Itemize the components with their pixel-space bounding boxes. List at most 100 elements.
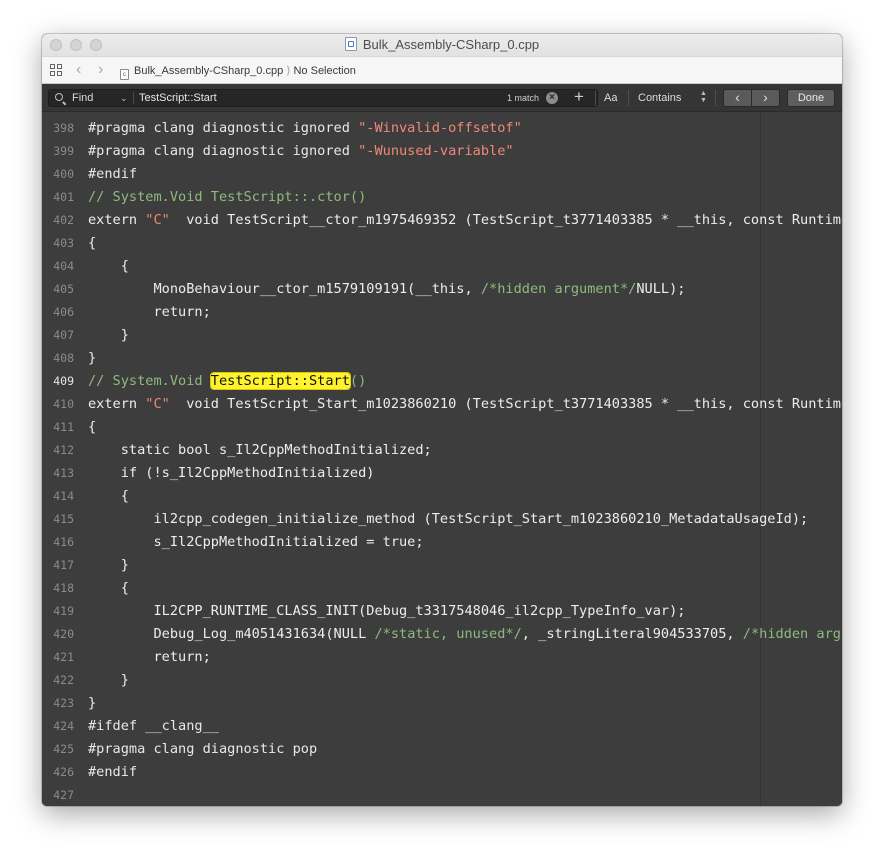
code-token: NULL); [636, 281, 686, 297]
code-token: if (!s_Il2CppMethodInitialized) [88, 465, 375, 481]
code-text: } [88, 669, 129, 692]
code-token: void TestScript_Start_m1023860210 (TestS… [186, 396, 842, 412]
plus-icon[interactable]: + [574, 87, 584, 107]
code-token: IL2CPP_RUNTIME_CLASS_INIT(Debug_t3317548… [88, 603, 686, 619]
code-token: #pragma clang diagnostic pop [88, 741, 318, 757]
code-line[interactable]: 417 } [42, 554, 842, 577]
next-match-button[interactable]: › [751, 89, 780, 107]
code-line[interactable]: 408} [42, 347, 842, 370]
code-line[interactable]: 418 { [42, 577, 842, 600]
up-down-chevron-icon[interactable]: ▲ ▼ [700, 90, 707, 104]
code-text: } [88, 692, 96, 715]
code-line[interactable]: 405 MonoBehaviour__ctor_m1579109191(__th… [42, 278, 842, 301]
window-title: Bulk_Assembly-CSharp_0.cpp [362, 37, 540, 52]
line-number: 417 [53, 558, 74, 572]
code-text: } [88, 554, 129, 577]
code-lines: 398 #pragma clang diagnostic ignored "-Wi… [42, 117, 842, 806]
line-number: 406 [53, 305, 74, 319]
findbar-divider [715, 90, 716, 106]
code-text: { [88, 232, 96, 255]
related-items-grid-icon[interactable] [50, 64, 63, 77]
code-text: extern "C" void TestScript__ctor_m197546… [88, 209, 842, 232]
code-line[interactable]: 409 // System.Void TestScript::Start() [42, 370, 842, 393]
code-text: { [88, 577, 129, 600]
code-line[interactable]: 399 #pragma clang diagnostic ignored "-Wu… [42, 140, 842, 163]
xcode-file-icon [344, 37, 357, 51]
code-token: () [349, 373, 367, 389]
code-line[interactable]: 401 // System.Void TestScript::.ctor() [42, 186, 842, 209]
code-line[interactable]: 404 { [42, 255, 842, 278]
code-line[interactable]: 398 #pragma clang diagnostic ignored "-Wi… [42, 117, 842, 140]
code-token: return; [88, 649, 211, 665]
code-line[interactable]: 421 return; [42, 646, 842, 669]
code-line[interactable]: 423} [42, 692, 842, 715]
code-line[interactable]: 407 } [42, 324, 842, 347]
previous-match-button[interactable]: ‹ [723, 89, 752, 107]
code-line[interactable]: 414 { [42, 485, 842, 508]
code-text: if (!s_Il2CppMethodInitialized) [88, 462, 375, 485]
back-arrow-icon[interactable]: ‹ [76, 61, 81, 79]
line-number: 401 [53, 190, 74, 204]
code-token: #endif [88, 764, 138, 780]
code-token: return; [88, 304, 211, 320]
code-token: { [88, 580, 129, 596]
code-token: /*hidden argument*/ [480, 281, 637, 297]
cpp-file-icon: c [120, 69, 129, 80]
code-token: { [88, 488, 129, 504]
code-token: "-Winvalid-offsetof" [358, 120, 522, 136]
code-token: MonoBehaviour__ctor_m1579109191(__this, [88, 281, 481, 297]
code-line[interactable]: 413 if (!s_Il2CppMethodInitialized) [42, 462, 842, 485]
code-line[interactable]: 416 s_Il2CppMethodInitialized = true; [42, 531, 842, 554]
line-number: 425 [53, 742, 74, 756]
code-token: } [88, 557, 129, 573]
code-line[interactable]: 411 { [42, 416, 842, 439]
code-token: /*hidden argument*/ [742, 626, 842, 642]
code-token: #pragma clang diagnostic ignored [88, 120, 359, 136]
code-line[interactable]: 420 Debug_Log_m4051431634(NULL /*static,… [42, 623, 842, 646]
title-bar: Bulk_Assembly-CSharp_0.cpp [42, 34, 842, 56]
code-line[interactable]: 400 #endif [42, 163, 842, 186]
breadcrumb-selection[interactable]: No Selection [293, 65, 355, 77]
find-input[interactable] [139, 90, 469, 106]
code-token: extern [88, 396, 146, 412]
code-token: "C" [145, 212, 170, 228]
code-text: // System.Void TestScript::.ctor() [88, 186, 366, 209]
code-text: { [88, 485, 129, 508]
search-match-highlight: TestScript::Start [210, 373, 350, 389]
line-number: 427 [53, 788, 74, 802]
line-number: 398 [53, 121, 74, 135]
code-line[interactable]: 422 } [42, 669, 842, 692]
line-number: 422 [53, 673, 74, 687]
code-line[interactable]: 402 extern "C" void TestScript__ctor_m197… [42, 209, 842, 232]
forward-arrow-icon[interactable]: › [98, 61, 103, 79]
source-editor[interactable]: 398 #pragma clang diagnostic ignored "-Wi… [42, 112, 842, 806]
find-mode-label[interactable]: Find [72, 92, 93, 105]
code-line[interactable]: 403 { [42, 232, 842, 255]
code-line[interactable]: 415 il2cpp_codegen_initialize_method (Te… [42, 508, 842, 531]
code-text: } [88, 324, 129, 347]
chevron-down-icon[interactable]: ⌄ [120, 91, 128, 105]
clear-search-icon[interactable]: × [546, 92, 558, 104]
line-number: 419 [53, 604, 74, 618]
code-line[interactable]: 419 IL2CPP_RUNTIME_CLASS_INIT(Debug_t331… [42, 600, 842, 623]
line-number: 399 [53, 144, 74, 158]
code-line[interactable]: 424 #ifdef __clang__ [42, 715, 842, 738]
code-text: { [88, 416, 96, 439]
code-token: // System.Void [88, 373, 211, 389]
code-line[interactable]: 412 static bool s_Il2CppMethodInitialize… [42, 439, 842, 462]
match-case-button[interactable]: Aa [604, 92, 617, 105]
code-line[interactable]: 406 return; [42, 301, 842, 324]
findbar-divider [628, 90, 629, 106]
code-line[interactable]: 410 extern "C" void TestScript_Start_m102… [42, 393, 842, 416]
match-type-select[interactable]: Contains [638, 92, 681, 105]
code-line[interactable]: 427 [42, 784, 842, 806]
breadcrumb-file[interactable]: Bulk_Assembly-CSharp_0.cpp [134, 65, 283, 77]
done-button[interactable]: Done [787, 89, 835, 107]
code-line[interactable]: 425 #pragma clang diagnostic pop [42, 738, 842, 761]
code-line[interactable]: 426 #endif [42, 761, 842, 784]
line-number: 413 [53, 466, 74, 480]
code-token: } [88, 350, 97, 366]
code-text: static bool s_Il2CppMethodInitialized; [88, 439, 432, 462]
code-token: #pragma clang diagnostic ignored [88, 143, 359, 159]
code-text: #pragma clang diagnostic ignored "-Wunus… [88, 140, 514, 163]
